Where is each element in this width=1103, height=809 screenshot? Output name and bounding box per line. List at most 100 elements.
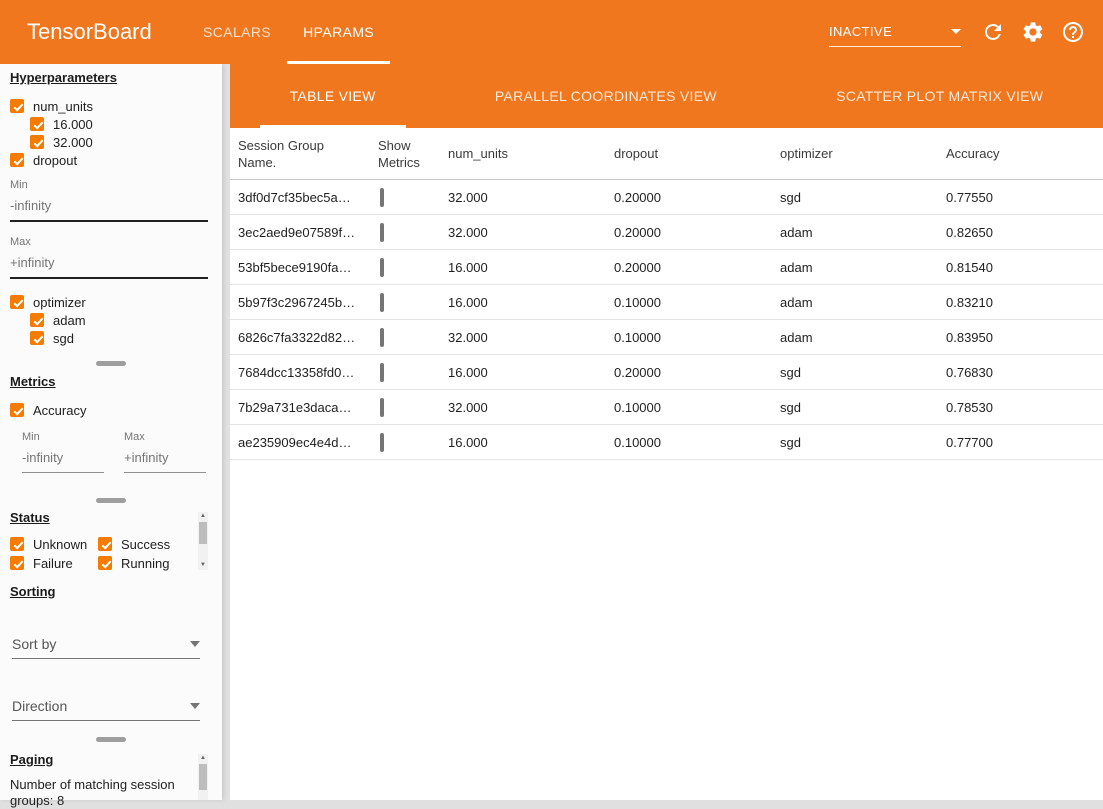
dropdown-arrow-icon — [190, 641, 200, 647]
refresh-icon[interactable] — [981, 20, 1005, 44]
view-tabs-bar: TABLE VIEW PARALLEL COORDINATES VIEW SCA… — [230, 64, 1103, 128]
checkbox-icon[interactable] — [10, 403, 24, 417]
hparam-value-32[interactable]: 32.000 — [30, 133, 208, 151]
section-resize-handle[interactable] — [96, 361, 126, 366]
show-metrics-cell — [378, 400, 440, 415]
num-units-cell: 32.000 — [440, 400, 606, 415]
show-metrics-cell — [378, 365, 440, 380]
show-metrics-checkbox[interactable] — [380, 293, 384, 312]
status-success[interactable]: Success — [98, 535, 188, 553]
metrics-section: Metrics Accuracy Min -infinity Max +infi… — [10, 374, 208, 473]
show-metrics-checkbox[interactable] — [380, 433, 384, 452]
optimizer-cell: adam — [772, 330, 938, 345]
metric-min-input[interactable]: -infinity — [22, 446, 104, 473]
sorting-heading: Sorting — [10, 584, 208, 599]
metric-accuracy[interactable]: Accuracy — [10, 401, 208, 419]
paging-section: Paging Number of matching session groups… — [10, 752, 208, 809]
metric-max-input[interactable]: +infinity — [124, 446, 206, 473]
show-metrics-checkbox[interactable] — [380, 363, 384, 382]
header-actions: INACTIVE — [829, 0, 1085, 64]
table-row[interactable]: 6826c7fa3322d82… 32.000 0.10000 adam 0.8… — [230, 320, 1103, 355]
checkbox-icon[interactable] — [30, 313, 44, 327]
dropout-cell: 0.20000 — [606, 365, 772, 380]
status-heading: Status — [10, 510, 208, 525]
show-metrics-checkbox[interactable] — [380, 188, 384, 207]
tab-scatter-plot-matrix-view[interactable]: SCATTER PLOT MATRIX VIEW — [806, 64, 1073, 128]
optimizer-cell: adam — [772, 260, 938, 275]
table-row[interactable]: 53bf5bece9190fa… 16.000 0.20000 adam 0.8… — [230, 250, 1103, 285]
table-row[interactable]: 5b97f3c2967245b… 16.000 0.10000 adam 0.8… — [230, 285, 1103, 320]
table-row[interactable]: ae235909ec4e4d… 16.000 0.10000 sgd 0.777… — [230, 425, 1103, 460]
status-section: Status Unknown Success Failure Running ▲ — [10, 510, 208, 572]
accuracy-cell: 0.83210 — [938, 295, 1103, 310]
tab-parallel-coordinates-view[interactable]: PARALLEL COORDINATES VIEW — [465, 64, 747, 128]
scroll-up-icon[interactable]: ▲ — [200, 512, 206, 521]
dropdown-arrow-icon — [951, 29, 961, 34]
checkbox-icon[interactable] — [30, 117, 44, 131]
show-metrics-checkbox[interactable] — [380, 328, 384, 347]
help-icon[interactable] — [1061, 20, 1085, 44]
scroll-thumb[interactable] — [199, 764, 207, 790]
scroll-up-icon[interactable]: ▲ — [200, 754, 206, 763]
checkbox-icon[interactable] — [30, 331, 44, 345]
dropout-min-input[interactable]: -infinity — [10, 194, 208, 222]
show-metrics-checkbox[interactable] — [380, 258, 384, 277]
main-nav-tabs: SCALARS HPARAMS — [187, 0, 390, 64]
show-metrics-checkbox[interactable] — [380, 223, 384, 242]
dropout-max-input[interactable]: +infinity — [10, 251, 208, 279]
session-group-name: ae235909ec4e4d… — [238, 435, 378, 450]
dropout-cell: 0.20000 — [606, 190, 772, 205]
dropout-min-field: Min -infinity — [10, 179, 208, 222]
tab-hparams[interactable]: HPARAMS — [287, 0, 390, 64]
metrics-heading: Metrics — [10, 374, 208, 389]
table-row[interactable]: 7b29a731e3daca… 32.000 0.10000 sgd 0.785… — [230, 390, 1103, 425]
optimizer-cell: adam — [772, 225, 938, 240]
checkbox-icon[interactable] — [10, 153, 24, 167]
checkbox-icon[interactable] — [10, 99, 24, 113]
paging-scrollbar[interactable]: ▲ — [198, 754, 208, 800]
show-metrics-checkbox[interactable] — [380, 398, 384, 417]
status-failure[interactable]: Failure — [10, 554, 98, 572]
tab-table-view[interactable]: TABLE VIEW — [260, 64, 406, 128]
accuracy-cell: 0.77550 — [938, 190, 1103, 205]
checkbox-icon[interactable] — [30, 135, 44, 149]
checkbox-icon[interactable] — [10, 537, 24, 551]
table-row[interactable]: 3df0d7cf35bec5a… 32.000 0.20000 sgd 0.77… — [230, 180, 1103, 215]
checkbox-icon[interactable] — [10, 556, 24, 570]
sorting-section: Sorting Sort by Direction — [10, 584, 208, 721]
app-title: TensorBoard — [27, 19, 152, 45]
paging-heading: Paging — [10, 752, 208, 767]
checkbox-icon[interactable] — [98, 537, 112, 551]
optimizer-value-sgd[interactable]: sgd — [30, 329, 208, 347]
session-group-name: 3ec2aed9e07589f… — [238, 225, 378, 240]
hparam-dropout[interactable]: dropout — [10, 151, 208, 169]
section-resize-handle[interactable] — [96, 498, 126, 503]
tab-scalars[interactable]: SCALARS — [187, 0, 287, 64]
table-header: Session Group Name. Show Metrics num_uni… — [230, 128, 1103, 180]
optimizer-cell: sgd — [772, 365, 938, 380]
section-resize-handle[interactable] — [96, 737, 126, 742]
hparams-sidebar: Hyperparameters num_units 16.000 32.000 … — [0, 64, 222, 800]
status-running[interactable]: Running — [98, 554, 188, 572]
matching-groups-text: Number of matching session groups: 8 — [10, 777, 192, 809]
checkbox-icon[interactable] — [10, 295, 24, 309]
hparam-num-units[interactable]: num_units — [10, 97, 208, 115]
max-label: Max — [10, 236, 208, 248]
status-unknown[interactable]: Unknown — [10, 535, 98, 553]
sort-by-select[interactable]: Sort by — [12, 629, 200, 659]
scroll-thumb[interactable] — [199, 522, 207, 544]
settings-icon[interactable] — [1021, 20, 1045, 44]
optimizer-value-adam[interactable]: adam — [30, 311, 208, 329]
status-scrollbar[interactable]: ▲ ▼ — [198, 512, 208, 570]
scroll-down-icon[interactable]: ▼ — [200, 561, 206, 570]
table-row[interactable]: 3ec2aed9e07589f… 32.000 0.20000 adam 0.8… — [230, 215, 1103, 250]
table-row[interactable]: 7684dcc13358fd0… 16.000 0.20000 sgd 0.76… — [230, 355, 1103, 390]
hparam-optimizer[interactable]: optimizer — [10, 293, 208, 311]
reload-status-value: INACTIVE — [829, 24, 892, 39]
direction-select[interactable]: Direction — [12, 691, 200, 721]
optimizer-cell: adam — [772, 295, 938, 310]
session-group-name: 6826c7fa3322d82… — [238, 330, 378, 345]
checkbox-icon[interactable] — [98, 556, 112, 570]
hparam-value-16[interactable]: 16.000 — [30, 115, 208, 133]
reload-status-select[interactable]: INACTIVE — [829, 17, 961, 47]
